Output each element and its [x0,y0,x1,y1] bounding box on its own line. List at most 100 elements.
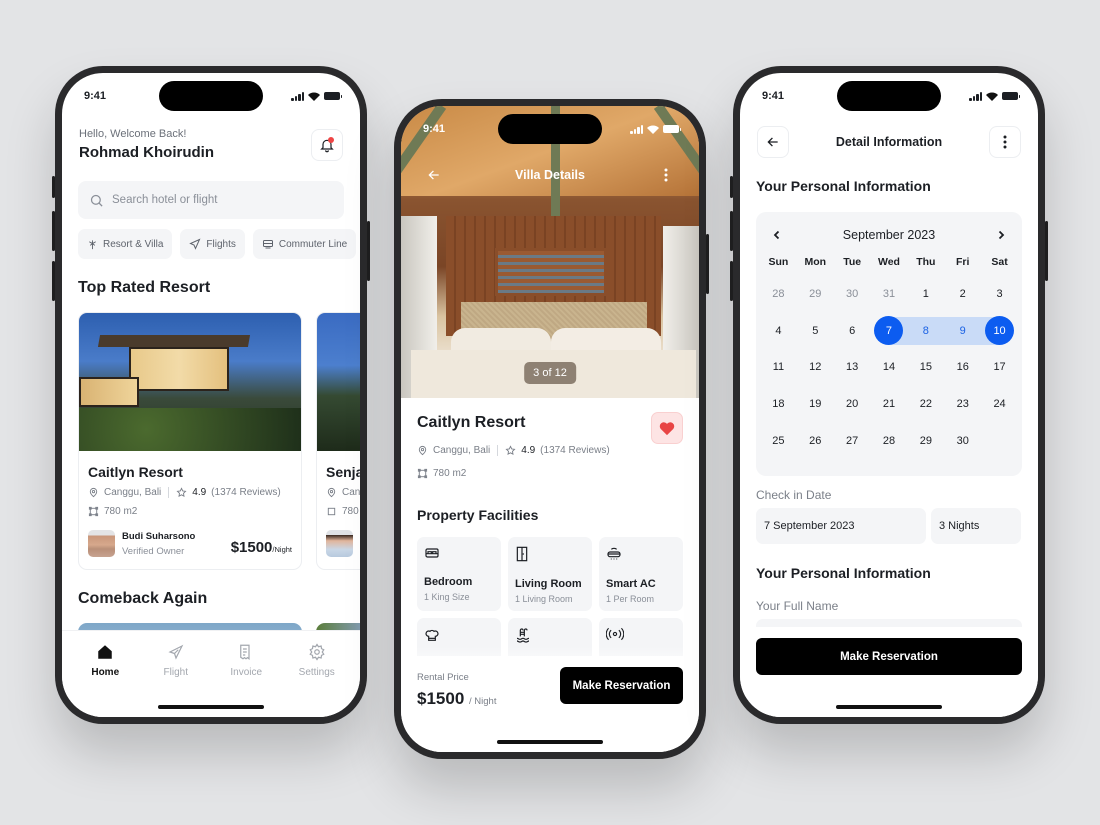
category-flights[interactable]: Flights [180,229,245,259]
category-resort-villa[interactable]: Resort & Villa [78,229,173,259]
chevron-left-icon[interactable] [772,230,782,240]
search-icon [90,194,103,207]
rental-price-label: Rental Price [417,672,469,683]
day-number: 28 [772,288,785,301]
resort-reviews: (1374 Reviews) [211,487,281,498]
day-number: 3 [996,288,1003,301]
calendar-day[interactable]: 23 [944,386,981,423]
calendar-day[interactable]: 11 [760,349,797,386]
calendar-day[interactable]: 25 [760,422,797,459]
notification-dot [328,137,334,143]
pool-icon [516,628,530,643]
calendar-day[interactable]: 2 [944,276,981,313]
favorite-button[interactable] [651,412,683,444]
nights-field[interactable]: 3 Nights [931,508,1021,544]
facility-label: Bedroom [424,576,473,588]
status-time: 9:41 [423,123,446,135]
day-number: 19 [809,398,822,411]
facility-sub: 1 King Size [424,592,470,602]
day-number: 16 [956,361,969,374]
calendar-day[interactable]: 30 [834,276,871,313]
calendar-day[interactable]: 3 [981,276,1018,313]
notification-button[interactable] [311,129,343,161]
calendar-day[interactable]: 1 [907,276,944,313]
calendar-day[interactable]: 13 [834,349,871,386]
calendar-day[interactable]: 29 [907,422,944,459]
nav-home[interactable]: Home [75,643,135,717]
villa-name: Caitlyn Resort [417,414,526,431]
calendar-day[interactable]: 31 [871,276,908,313]
checkin-date-field[interactable]: 7 September 2023 [756,508,926,544]
calendar-day[interactable]: 18 [760,386,797,423]
category-commuter-line[interactable]: Commuter Line [252,229,357,259]
home-icon [98,645,112,659]
home-indicator [836,705,942,709]
resort-card[interactable]: Senja Canggu, Bali 780 [316,312,360,570]
day-number: 1 [922,288,929,301]
resort-price: $1500/Night [230,539,292,556]
location-pin-icon [327,487,336,498]
weekday-header: Tue [843,256,862,268]
calendar-day[interactable]: 19 [797,386,834,423]
facility-living-room: Living Room 1 Living Room [508,537,592,611]
chevron-right-icon[interactable] [996,230,1006,240]
calendar-day[interactable]: 8 [907,313,945,350]
day-number: 29 [809,288,822,301]
calendar-day[interactable]: 28 [871,422,908,459]
calendar-day[interactable]: 4 [760,313,797,350]
calendar-day[interactable]: 21 [871,386,908,423]
calendar-day[interactable]: 9 [944,313,982,350]
calendar-day[interactable]: 10 [981,313,1018,350]
star-icon [176,487,187,497]
search-input[interactable]: Search hotel or flight [78,181,344,219]
day-number: 25 [772,434,785,447]
more-button[interactable] [989,126,1021,158]
calendar-day[interactable]: 12 [797,349,834,386]
calendar-day[interactable]: 28 [760,276,797,313]
villa-rating: 4.9 [521,445,536,456]
more-vertical-icon [1003,135,1007,149]
day-number: 22 [919,398,932,411]
calendar-day[interactable]: 5 [797,313,834,350]
calendar-day[interactable]: 22 [907,386,944,423]
calendar-day[interactable]: 7 [871,313,908,350]
calendar-day[interactable]: 30 [944,422,981,459]
door-icon [516,546,528,562]
signal-icon [291,91,304,101]
calendar-day[interactable]: 26 [797,422,834,459]
calendar-day[interactable]: 17 [981,349,1018,386]
nav-label: Invoice [230,667,263,678]
full-name-label: Your Full Name [756,599,839,613]
calendar-day[interactable]: 20 [834,386,871,423]
calendar-day[interactable]: 29 [797,276,834,313]
weekday-header: Sun [768,256,789,268]
day-number [985,426,1014,455]
make-reservation-button[interactable]: Make Reservation [560,667,683,704]
wifi-icon [308,92,320,101]
calendar-day[interactable]: 16 [944,349,981,386]
palm-tree-icon [89,239,96,249]
calendar-day[interactable]: 6 [834,313,871,350]
status-time: 9:41 [762,90,785,102]
villa-photo[interactable] [401,106,699,398]
day-number: 8 [922,324,929,337]
calendar-day[interactable]: 27 [834,422,871,459]
wifi-icon [986,92,998,101]
day-number: 30 [846,288,859,301]
gear-icon [309,643,325,661]
more-button[interactable] [650,159,682,191]
price-bar: Rental Price $1500 / Night Make Reservat… [401,656,699,752]
make-reservation-button[interactable]: Make Reservation [756,638,1022,675]
nav-settings[interactable]: Settings [287,643,347,717]
calendar-day[interactable]: 14 [871,349,908,386]
signal-icon [969,91,982,101]
day-number: 5 [812,324,819,337]
villa-area: 780 m2 [433,468,467,479]
day-number: 15 [919,361,932,374]
facility-bedroom: Bedroom 1 King Size [417,537,501,611]
facility-label: Smart AC [606,578,656,590]
calendar-day[interactable]: 15 [907,349,944,386]
resort-card[interactable]: Caitlyn Resort Canggu, Bali 4.9 (1374 Re… [78,312,302,570]
resort-location: Canggu, Bali [104,487,162,498]
calendar-day[interactable]: 24 [981,386,1018,423]
